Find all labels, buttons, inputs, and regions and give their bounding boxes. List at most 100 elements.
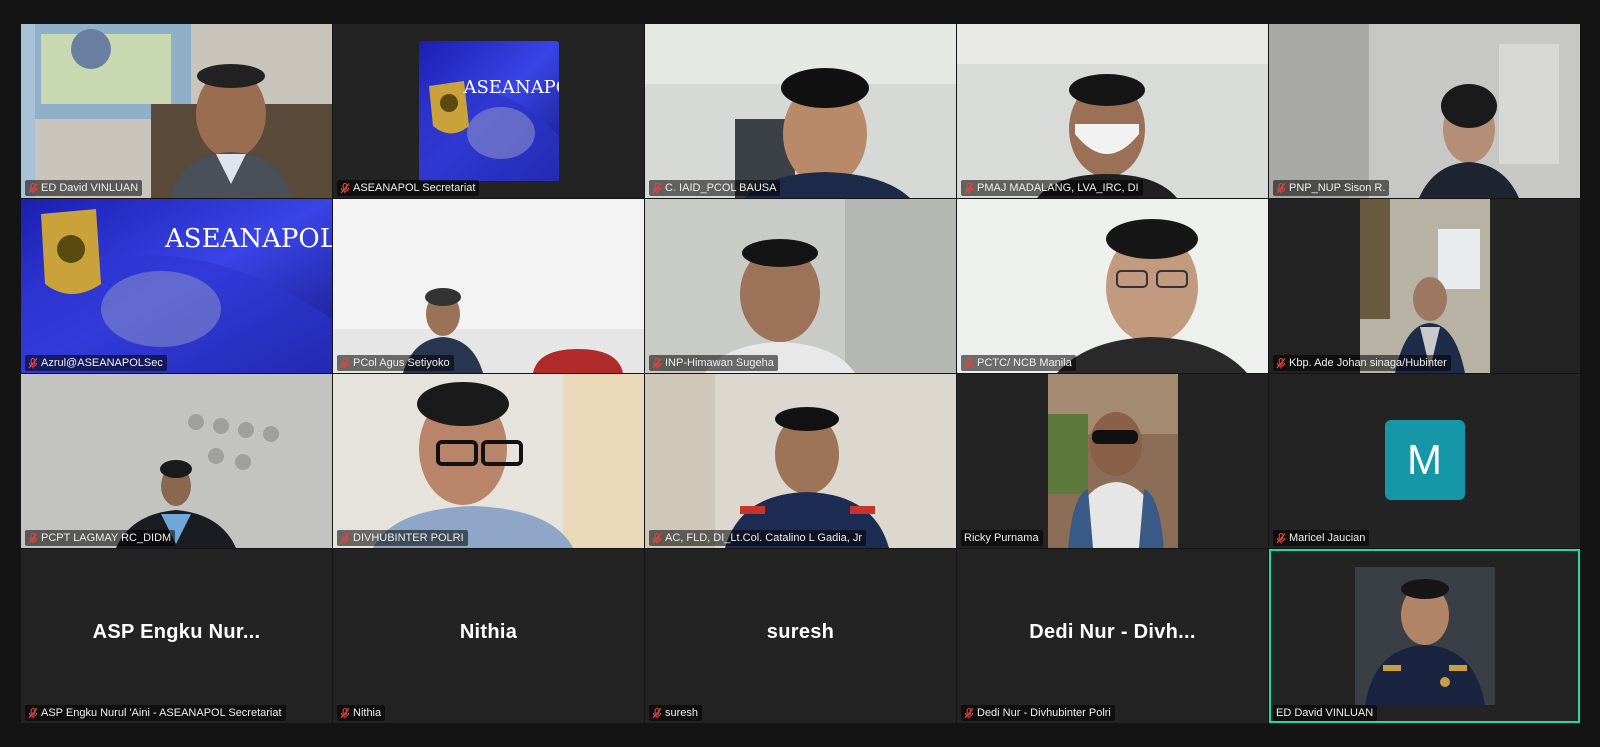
- participant-tile[interactable]: PNP_NUP Sison R.: [1269, 24, 1580, 198]
- participant-name: C. IAID_PCOL BAUSA: [665, 182, 777, 194]
- participant-tile[interactable]: Nithia Nithia: [333, 549, 644, 723]
- participant-video: [957, 199, 1268, 373]
- mic-off-icon: [28, 183, 38, 194]
- mic-off-icon: [28, 533, 38, 544]
- participant-name: INP-Himawan Sugeha: [665, 357, 774, 369]
- participant-video: [333, 199, 644, 373]
- participant-name: PMAJ MADALANG, LVA_IRC, DI: [977, 182, 1139, 194]
- participant-display-name: Nithia: [459, 621, 518, 643]
- participant-display-name: Dedi Nur - Divh...: [1029, 621, 1196, 643]
- participant-display-name: suresh: [766, 621, 835, 643]
- participant-name: Ricky Purnama: [964, 532, 1039, 544]
- gallery-grid: ED David VINLUAN ASEANAPOL ASEANAPOL Sec…: [21, 24, 1581, 724]
- participant-video: [333, 374, 644, 548]
- participant-tile[interactable]: INP-Himawan Sugeha: [645, 199, 956, 373]
- participant-tile[interactable]: AC, FLD, DI_Lt.Col. Catalino L Gadia, Jr: [645, 374, 956, 548]
- participant-video: [957, 24, 1268, 198]
- participant-nametag: Azrul@ASEANAPOLSec: [25, 355, 167, 371]
- aseanapol-logo: ASEANAPOL: [418, 41, 559, 181]
- participant-tile[interactable]: Dedi Nur - Divh... Dedi Nur - Divhubinte…: [957, 549, 1268, 723]
- participant-video: [645, 199, 956, 373]
- participant-tile[interactable]: ED David VINLUAN: [21, 24, 332, 198]
- participant-nametag: Kbp. Ade Johan sinaga/Hubinter: [1273, 355, 1451, 371]
- mic-off-icon: [28, 708, 38, 719]
- participant-nametag: AC, FLD, DI_Lt.Col. Catalino L Gadia, Jr: [649, 530, 867, 546]
- participant-nametag: Nithia: [337, 705, 386, 721]
- participant-video: [21, 374, 332, 548]
- logo-text: ASEANAPOL: [462, 77, 559, 98]
- participant-video: [1047, 374, 1178, 548]
- participant-nametag: DIVHUBINTER POLRI: [337, 530, 468, 546]
- participant-nametag: ED David VINLUAN: [1273, 705, 1378, 721]
- mic-off-icon: [340, 708, 350, 719]
- mic-off-icon: [652, 358, 662, 369]
- participant-video: [1269, 24, 1580, 198]
- participant-name: ASP Engku Nurul 'Aini - ASEANAPOL Secret…: [41, 707, 282, 719]
- participant-name: ED David VINLUAN: [1276, 707, 1374, 719]
- mic-off-icon: [1276, 533, 1286, 544]
- participant-tile[interactable]: DIVHUBINTER POLRI: [333, 374, 644, 548]
- participant-video: [1359, 199, 1490, 373]
- participant-nametag: suresh: [649, 705, 703, 721]
- participant-name: PCTC/ NCB Manila: [977, 357, 1072, 369]
- participant-tile[interactable]: ASEANAPOL ASEANAPOL Secretariat: [333, 24, 644, 198]
- participant-video: [21, 24, 332, 198]
- participant-nametag: INP-Himawan Sugeha: [649, 355, 778, 371]
- mic-off-icon: [964, 358, 974, 369]
- mic-off-icon: [964, 183, 974, 194]
- participant-tile[interactable]: C. IAID_PCOL BAUSA: [645, 24, 956, 198]
- mic-off-icon: [340, 183, 350, 194]
- participant-tile[interactable]: ASP Engku Nur... ASP Engku Nurul 'Aini -…: [21, 549, 332, 723]
- avatar: M: [1384, 420, 1465, 500]
- participant-tile[interactable]: PCol Agus Setiyoko: [333, 199, 644, 373]
- aseanapol-logo: ASEANAPOL: [21, 199, 332, 373]
- participant-name: Kbp. Ade Johan sinaga/Hubinter: [1289, 357, 1447, 369]
- participant-name: AC, FLD, DI_Lt.Col. Catalino L Gadia, Jr: [665, 532, 863, 544]
- mic-off-icon: [340, 533, 350, 544]
- mic-off-icon: [652, 708, 662, 719]
- participant-name: PCPT LAGMAY RC_DIDM: [41, 532, 172, 544]
- participant-nametag: ED David VINLUAN: [25, 180, 143, 196]
- mic-off-icon: [652, 533, 662, 544]
- mic-off-icon: [652, 183, 662, 194]
- participant-nametag: Maricel Jaucian: [1273, 530, 1370, 546]
- participant-tile[interactable]: M Maricel Jaucian: [1269, 374, 1580, 548]
- participant-nametag: ASP Engku Nurul 'Aini - ASEANAPOL Secret…: [25, 705, 286, 721]
- mic-off-icon: [1276, 358, 1286, 369]
- participant-tile[interactable]: PCTC/ NCB Manila: [957, 199, 1268, 373]
- participant-name: Dedi Nur - Divhubinter Polri: [977, 707, 1111, 719]
- logo-text: ASEANAPOL: [164, 224, 332, 254]
- participant-name: DIVHUBINTER POLRI: [353, 532, 464, 544]
- participant-nametag: ASEANAPOL Secretariat: [337, 180, 480, 196]
- participant-name: suresh: [665, 707, 699, 719]
- participant-tile[interactable]: Ricky Purnama: [957, 374, 1268, 548]
- participant-display-name: ASP Engku Nur...: [92, 621, 261, 643]
- participant-tile[interactable]: suresh suresh: [645, 549, 956, 723]
- participant-name: Maricel Jaucian: [1289, 532, 1366, 544]
- mic-off-icon: [1276, 183, 1286, 194]
- participant-video: [1354, 567, 1495, 705]
- participant-nametag: PCPT LAGMAY RC_DIDM: [25, 530, 176, 546]
- participant-nametag: Ricky Purnama: [961, 530, 1043, 546]
- mic-off-icon: [340, 358, 350, 369]
- mic-off-icon: [964, 708, 974, 719]
- participant-name: PNP_NUP Sison R.: [1289, 182, 1386, 194]
- participant-video: [645, 24, 956, 198]
- participant-nametag: PMAJ MADALANG, LVA_IRC, DI: [961, 180, 1143, 196]
- participant-video: [645, 374, 956, 548]
- participant-tile[interactable]: ASEANAPOL Azrul@ASEANAPOLSec: [21, 199, 332, 373]
- participant-tile[interactable]: Kbp. Ade Johan sinaga/Hubinter: [1269, 199, 1580, 373]
- mic-off-icon: [28, 358, 38, 369]
- participant-name: ASEANAPOL Secretariat: [353, 182, 476, 194]
- participant-name: Nithia: [353, 707, 382, 719]
- participant-nametag: PNP_NUP Sison R.: [1273, 180, 1390, 196]
- participant-nametag: Dedi Nur - Divhubinter Polri: [961, 705, 1115, 721]
- participant-tile[interactable]: PCPT LAGMAY RC_DIDM: [21, 374, 332, 548]
- participant-nametag: PCol Agus Setiyoko: [337, 355, 454, 371]
- participant-name: Azrul@ASEANAPOLSec: [41, 357, 163, 369]
- active-speaker-tile[interactable]: ED David VINLUAN: [1269, 549, 1580, 723]
- participant-tile[interactable]: PMAJ MADALANG, LVA_IRC, DI: [957, 24, 1268, 198]
- participant-name: PCol Agus Setiyoko: [353, 357, 450, 369]
- participant-nametag: PCTC/ NCB Manila: [961, 355, 1076, 371]
- participant-nametag: C. IAID_PCOL BAUSA: [649, 180, 781, 196]
